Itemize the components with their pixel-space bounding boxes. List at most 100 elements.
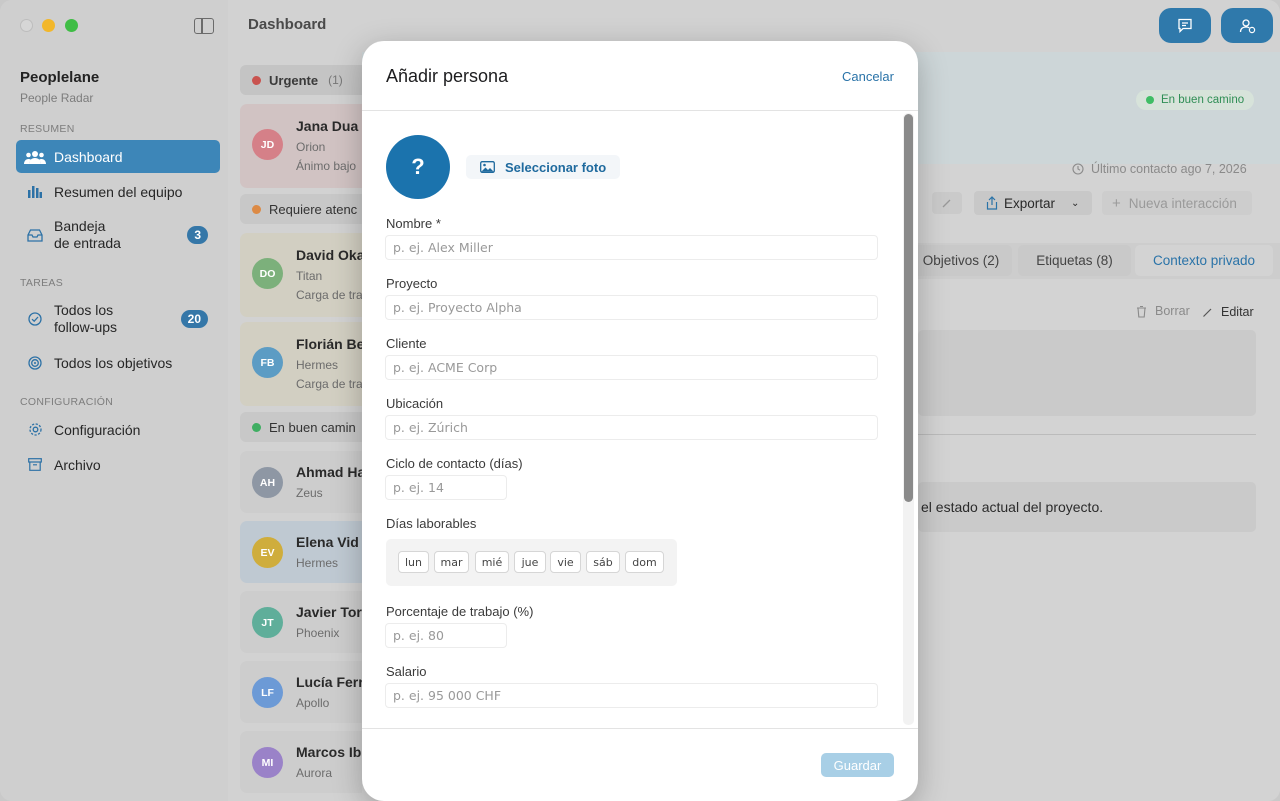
add-person-button[interactable]: [1221, 8, 1273, 43]
photo-placeholder[interactable]: ?: [386, 135, 450, 199]
person-name: Jana Dua: [296, 118, 359, 134]
select-photo-button[interactable]: Seleccionar foto: [466, 155, 621, 179]
person-name: Lucía Ferr: [296, 674, 364, 690]
client-label: Cliente: [386, 336, 427, 351]
cancel-button[interactable]: Cancelar: [842, 69, 894, 84]
sidebar-toggle-icon[interactable]: [194, 18, 214, 34]
divider: [362, 728, 918, 729]
contact-cycle-label: Ciclo de contacto (días): [386, 456, 523, 471]
person-project: Orion: [296, 140, 326, 154]
person-card-david[interactable]: DO David Oka Titan Carga de tra: [240, 233, 370, 317]
archive-icon: [16, 458, 54, 471]
person-project: Phoenix: [296, 626, 340, 640]
close-window-button[interactable]: [20, 19, 33, 32]
person-card-marcos[interactable]: MI Marcos Ib Aurora: [240, 731, 370, 793]
section-summary: RESUMEN: [20, 123, 75, 135]
person-name: David Oka: [296, 247, 365, 263]
group-header-attention[interactable]: Requiere atenc: [240, 194, 370, 224]
people-icon: [16, 150, 54, 164]
delete-button[interactable]: Borrar: [1136, 304, 1190, 318]
sidebar-item-followups[interactable]: Todos los follow-ups 20: [16, 296, 220, 342]
person-card-ahmad[interactable]: AH Ahmad Ha Zeus: [240, 451, 370, 513]
person-name: Ahmad Ha: [296, 464, 366, 480]
person-project: Aurora: [296, 766, 333, 780]
group-label: En buen camin: [269, 419, 356, 435]
sidebar-item-label: Resumen del equipo: [54, 183, 183, 200]
attention-dot-icon: [252, 204, 261, 214]
person-name: Elena Vid: [296, 534, 359, 550]
export-button[interactable]: Exportar ⌄: [974, 191, 1092, 215]
sidebar: Peoplelane People Radar RESUMEN Dashboar…: [0, 0, 228, 801]
work-percent-input[interactable]: p. ej. 80: [385, 623, 507, 648]
urgent-dot-icon: [252, 75, 261, 85]
person-card-javier[interactable]: JT Javier Tor Phoenix: [240, 591, 370, 653]
salary-label: Salario: [386, 664, 427, 679]
person-project: Titan: [296, 269, 323, 283]
day-toggle-tue[interactable]: mar: [434, 551, 469, 573]
day-toggle-sat[interactable]: sáb: [586, 551, 620, 573]
dialog-title: Añadir persona: [386, 66, 509, 86]
day-toggle-sun[interactable]: dom: [625, 551, 664, 573]
last-contact: Último contacto ago 7, 2026: [1072, 162, 1247, 176]
sidebar-item-settings[interactable]: Configuración: [16, 413, 220, 446]
location-input[interactable]: p. ej. Zúrich: [385, 415, 878, 440]
last-contact-text: Último contacto ago 7, 2026: [1091, 162, 1247, 176]
sidebar-item-inbox[interactable]: Bandeja de entrada 3: [16, 212, 220, 258]
sidebar-item-label: Dashboard: [54, 148, 123, 165]
sidebar-item-label: Bandeja de entrada: [54, 218, 121, 251]
new-interaction-label: Nueva interacción: [1128, 195, 1237, 211]
note-text: el estado actual del proyecto.: [921, 499, 1104, 515]
project-label: Proyecto: [386, 276, 438, 291]
sidebar-item-goals[interactable]: Todos los objetivos: [16, 346, 220, 379]
sidebar-item-archive[interactable]: Archivo: [16, 448, 220, 481]
person-project: Hermes: [296, 556, 339, 570]
project-input[interactable]: p. ej. Proyecto Alpha: [385, 295, 878, 320]
person-note: Carga de tra: [296, 377, 363, 391]
minimize-window-button[interactable]: [42, 19, 55, 32]
gear-icon: [16, 422, 54, 437]
chat-button[interactable]: [1159, 8, 1211, 43]
person-card-lucia[interactable]: LF Lucía Ferr Apollo: [240, 661, 370, 723]
zoom-window-button[interactable]: [65, 19, 78, 32]
tab-tags[interactable]: Etiquetas (8): [1018, 245, 1131, 276]
inbox-icon: [16, 228, 54, 242]
person-card-elena[interactable]: EV Elena Vid Hermes: [240, 521, 370, 583]
pencil-button[interactable]: [932, 192, 962, 214]
contact-cycle-input[interactable]: p. ej. 14: [385, 475, 507, 500]
scrollbar-thumb[interactable]: [904, 114, 913, 502]
clock-icon: [1072, 163, 1084, 175]
group-header-urgent[interactable]: Urgente (1): [240, 65, 370, 95]
select-photo-label: Seleccionar foto: [505, 159, 607, 175]
person-project: Zeus: [296, 486, 323, 500]
new-interaction-button[interactable]: + Nueva interacción: [1102, 191, 1252, 215]
pencil-icon: [942, 199, 951, 208]
person-card-florian[interactable]: FB Florián Be Hermes Carga de tra: [240, 322, 370, 406]
note-item: el estado actual del proyecto.: [918, 482, 1256, 532]
name-input[interactable]: p. ej. Alex Miller: [385, 235, 878, 260]
day-toggle-wed[interactable]: mié: [475, 551, 509, 573]
app-name: Peoplelane: [20, 69, 100, 86]
tab-goals[interactable]: Objetivos (2): [910, 245, 1012, 276]
followups-count-badge: 20: [180, 310, 208, 328]
day-toggle-fri[interactable]: vie: [550, 551, 581, 573]
person-card-jana[interactable]: JD Jana Dua Orion Ánimo bajo: [240, 104, 370, 188]
edit-button[interactable]: Editar: [1202, 305, 1254, 319]
sidebar-item-team-summary[interactable]: Resumen del equipo: [16, 175, 220, 208]
group-label: Urgente: [269, 72, 319, 88]
sidebar-item-dashboard[interactable]: Dashboard: [16, 140, 220, 173]
group-header-ontrack[interactable]: En buen camin: [240, 412, 370, 442]
ontrack-dot-icon: [252, 422, 261, 432]
client-input[interactable]: p. ej. ACME Corp: [385, 355, 878, 380]
day-toggle-thu[interactable]: jue: [514, 551, 546, 573]
tab-private-context[interactable]: Contexto privado: [1135, 245, 1273, 276]
name-label: Nombre *: [386, 216, 441, 231]
salary-input[interactable]: p. ej. 95 000 CHF: [385, 683, 878, 708]
save-button[interactable]: Guardar: [821, 753, 894, 777]
form-scrollbar[interactable]: [903, 113, 914, 725]
edit-label: Editar: [1221, 305, 1254, 319]
chat-bubble-icon: [1178, 18, 1192, 33]
person-add-icon: [1239, 18, 1255, 33]
day-toggle-mon[interactable]: lun: [398, 551, 429, 573]
avatar: EV: [252, 537, 283, 568]
person-project: Apollo: [296, 696, 330, 710]
